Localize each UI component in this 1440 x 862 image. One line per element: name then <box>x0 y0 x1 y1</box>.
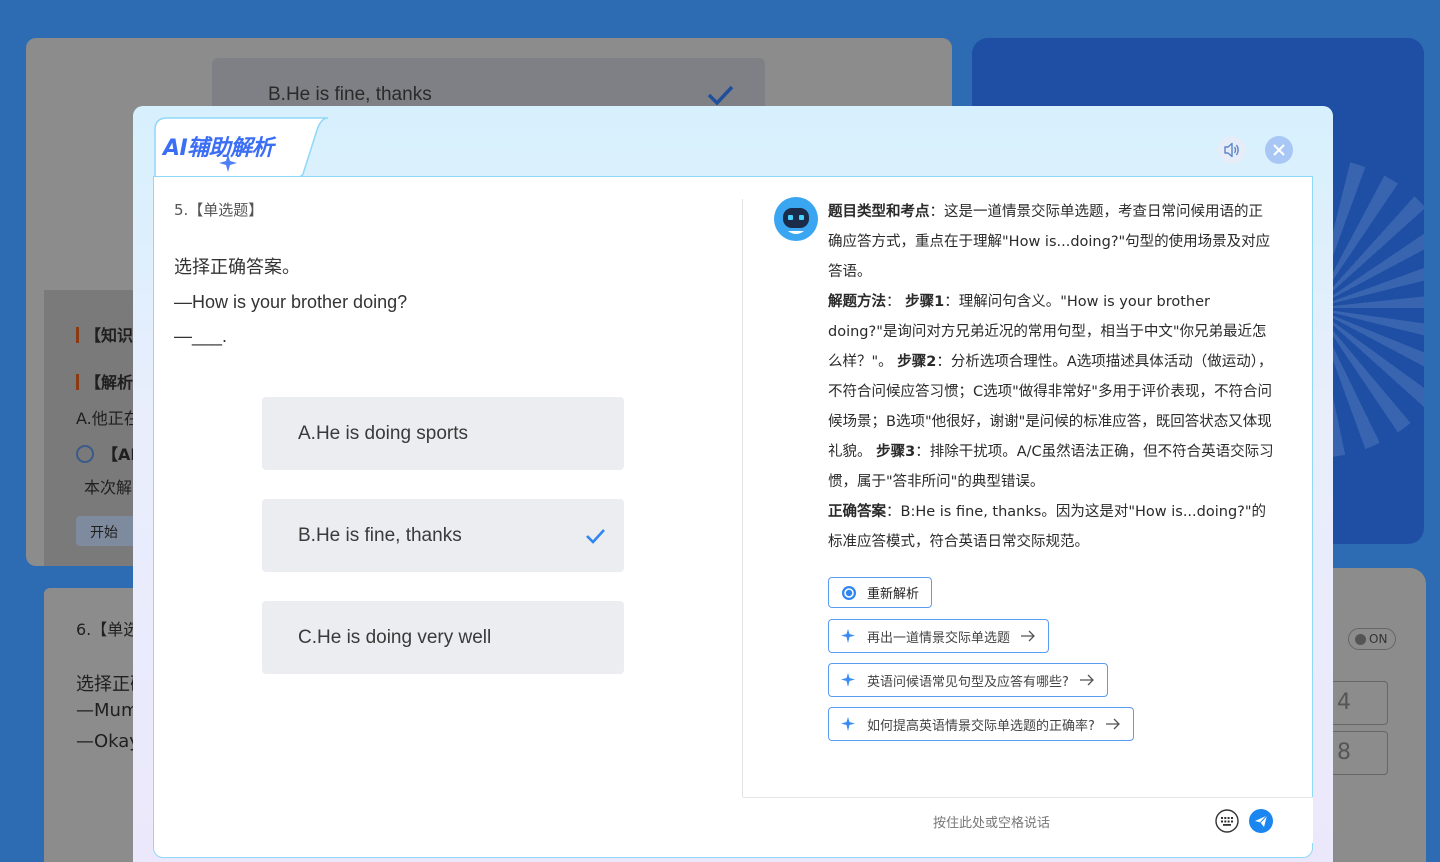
background-ai-fragment: 【AI <box>76 441 136 465</box>
sparkle-icon <box>841 629 855 643</box>
suggestion-chip[interactable]: 如何提高英语情景交际单选题的正确率? <box>828 707 1134 741</box>
background-q6-line3: —Okay <box>76 731 140 752</box>
option-a[interactable]: A.He is doing sports <box>262 397 624 470</box>
suggestion-chip[interactable]: 英语问候语常见句型及应答有哪些? <box>828 663 1108 697</box>
option-label: B.He is fine, thanks <box>298 525 462 546</box>
arrow-right-icon <box>1079 674 1094 686</box>
ai-answer: 题目类型和考点：这是一道情景交际单选题，考查日常问候用语的正确应答方式，重点在于… <box>828 197 1274 557</box>
voice-input-bar[interactable]: 按住此处或空格说话 <box>743 797 1313 843</box>
reanalyze-label: 重新解析 <box>867 587 920 602</box>
background-q6-type: 6.【单选 <box>76 620 140 639</box>
background-option-label: B.He is fine, thanks <box>268 84 432 105</box>
close-button[interactable] <box>1265 136 1293 164</box>
sparkle-icon <box>219 154 237 172</box>
background-num-box: 4 <box>1330 681 1388 725</box>
background-section-knowledge: 【知识 <box>76 322 133 346</box>
answer-method-para: 解题方法： 步骤1：理解问句含义。"How is your brother do… <box>828 294 1274 490</box>
send-icon[interactable] <box>1249 809 1273 833</box>
background-on-toggle: ON <box>1348 628 1396 650</box>
reanalyze-button[interactable]: 重新解析 <box>828 577 933 608</box>
background-explain-fragment: 本次解 <box>84 478 133 497</box>
modal-content: 5.【单选题】 选择正确答案。 —How is your brother doi… <box>153 176 1313 858</box>
option-c[interactable]: C.He is doing very well <box>262 601 624 674</box>
question-type: 5.【单选题】 <box>174 201 264 219</box>
question-prompt: —How is your brother doing? <box>174 292 408 312</box>
speaker-icon <box>1224 142 1239 158</box>
question-instruction: 选择正确答案。 <box>174 257 300 278</box>
option-label: A.He is doing sports <box>298 423 469 444</box>
ai-analysis-modal: AI辅助解析 5.【单选题】 选择正确答案。 —How is your brot… <box>133 106 1333 862</box>
option-label: C.He is doing very well <box>298 627 492 648</box>
arrow-right-icon <box>1021 630 1035 642</box>
question-stem: 选择正确答案。 —How is your brother doing? —___… <box>174 251 407 353</box>
background-q6-line2: —Mum <box>76 700 139 721</box>
background-analysis-snippet: A.他正在 <box>76 409 140 428</box>
sparkle-icon <box>841 673 855 687</box>
option-b[interactable]: B.He is fine, thanks <box>262 499 624 572</box>
refresh-icon <box>842 585 856 600</box>
robot-avatar-icon <box>774 197 818 241</box>
sparkle-icon <box>841 717 855 731</box>
background-num-box: 8 <box>1330 731 1388 775</box>
answer-type-para: 题目类型和考点：这是一道情景交际单选题，考查日常问候用语的正确应答方式，重点在于… <box>828 204 1271 280</box>
voice-input-placeholder: 按住此处或空格说话 <box>933 816 1051 831</box>
arrow-right-icon <box>1105 718 1120 730</box>
check-icon <box>586 529 605 544</box>
panel-divider <box>742 199 743 797</box>
background-start-button: 开始 <box>76 516 136 546</box>
speaker-button[interactable] <box>1218 136 1246 164</box>
suggestion-chip[interactable]: 再出一道情景交际单选题 <box>828 619 1050 653</box>
answer-correct-para: 正确答案：B:He is fine, thanks。因为这是对"How is..… <box>828 504 1267 550</box>
background-section-analysis: 【解析 <box>76 369 133 393</box>
close-icon <box>1273 144 1285 156</box>
question-blank: —___. <box>174 326 228 346</box>
keyboard-icon[interactable] <box>1215 809 1239 833</box>
globe-icon <box>76 445 94 463</box>
